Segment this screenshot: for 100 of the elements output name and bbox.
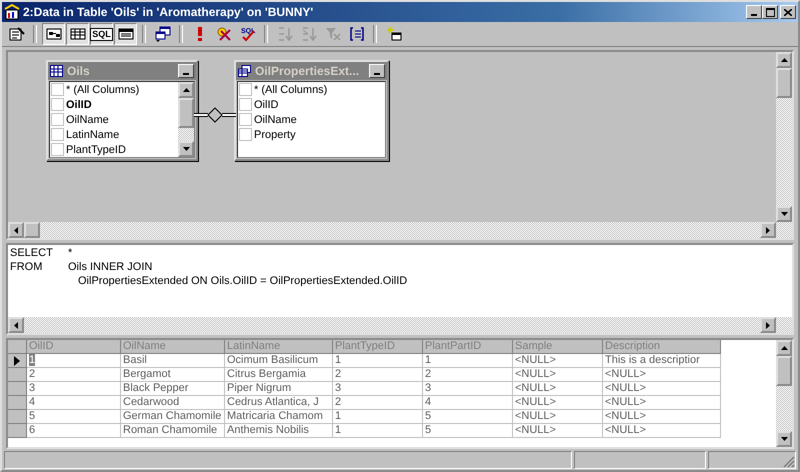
current-row-icon (14, 356, 20, 366)
table-cell[interactable]: Citrus Bergamia (225, 368, 333, 382)
column-checkbox[interactable] (51, 83, 64, 96)
table-cell[interactable]: Matricaria Chamom (225, 410, 333, 424)
table-cell[interactable]: 4 (423, 396, 513, 410)
column-checkbox[interactable] (51, 98, 64, 111)
row-header[interactable] (8, 354, 27, 368)
column-name[interactable]: LatinName (66, 128, 120, 140)
table-cell[interactable]: This is a descriptior (603, 354, 721, 368)
table-cell[interactable]: 5 (423, 424, 513, 438)
minimize-button[interactable] (746, 5, 762, 19)
column-name[interactable]: * (All Columns) (66, 84, 140, 96)
scroll-thumb[interactable] (776, 356, 792, 386)
grid-pane-icon (70, 26, 86, 42)
column-checkbox[interactable] (239, 128, 252, 141)
column-name[interactable]: OilID (254, 98, 278, 110)
toolbar-button[interactable] (66, 23, 89, 45)
table-cell[interactable]: <NULL> (513, 396, 603, 410)
table-cell[interactable]: Bergamot (121, 368, 225, 382)
table-cell[interactable]: 2 (333, 396, 423, 410)
table-cell[interactable]: <NULL> (513, 410, 603, 424)
column-checkbox[interactable] (51, 143, 64, 156)
table-cell[interactable]: Basil (121, 354, 225, 368)
up-arrow-icon (182, 88, 190, 92)
table-cell[interactable]: 2 (27, 368, 121, 382)
minimize-button[interactable] (178, 64, 194, 78)
table-cell[interactable]: 3 (423, 382, 513, 396)
toolbar-button[interactable]: SQL (90, 23, 113, 45)
scroll-right-button[interactable] (760, 222, 776, 238)
column-name[interactable]: OilName (66, 114, 109, 126)
toolbar-button[interactable] (114, 23, 137, 45)
maximize-button[interactable] (762, 5, 778, 19)
table-cell[interactable]: <NULL> (513, 354, 603, 368)
column-name[interactable]: * (All Columns) (254, 84, 328, 96)
column-checkbox[interactable] (239, 98, 252, 111)
table-cell[interactable]: 1 (423, 354, 513, 368)
scroll-left-button[interactable] (8, 222, 24, 238)
table-cell[interactable]: <NULL> (603, 368, 721, 382)
table-cell[interactable]: <NULL> (513, 382, 603, 396)
table-cell[interactable]: <NULL> (603, 396, 721, 410)
table-cell[interactable]: 3 (27, 382, 121, 396)
table-window[interactable]: Oils * (All Columns) OilID OilName LatinName PlantTypeID (46, 60, 198, 161)
table-cell[interactable]: 1 (333, 354, 423, 368)
scroll-thumb[interactable] (776, 68, 792, 98)
remove-filter-icon (324, 26, 340, 42)
table-cell[interactable]: <NULL> (513, 368, 603, 382)
scroll-down-button[interactable] (178, 141, 194, 157)
table-cell[interactable]: 5 (423, 410, 513, 424)
scroll-thumb[interactable] (178, 98, 194, 128)
table-cell[interactable]: <NULL> (603, 410, 721, 424)
table-cell[interactable]: Black Pepper (121, 382, 225, 396)
minimize-button[interactable] (369, 64, 385, 78)
table-cell[interactable]: <NULL> (603, 382, 721, 396)
column-name[interactable]: Property (254, 128, 296, 140)
scroll-up-button[interactable] (776, 52, 792, 68)
window-title: 2:Data in Table 'Oils' in 'Aromatherapy' on 'BUNNY' (23, 5, 314, 19)
table-cell[interactable]: Piper Nigrum (225, 382, 333, 396)
table-cell[interactable]: 4 (27, 396, 121, 410)
scroll-down-button[interactable] (776, 206, 792, 222)
table-cell[interactable]: German Chamomile (121, 410, 225, 424)
column-checkbox[interactable] (239, 83, 252, 96)
table-cell[interactable]: Cedrus Atlantica, J (225, 396, 333, 410)
column-checkbox[interactable] (239, 113, 252, 126)
sql-editor[interactable]: SELECT * FROM Oils INNER JOIN OilPropertiesExtended ON Oils.OilID = OilPropertiesExtended.OilID (8, 245, 792, 317)
scroll-down-button[interactable] (776, 431, 792, 447)
right-arrow-icon (766, 226, 770, 234)
column-name[interactable]: OilName (254, 114, 297, 126)
column-name[interactable]: OilID (66, 98, 92, 110)
table-cell[interactable]: 2 (423, 368, 513, 382)
table-cell[interactable]: Roman Chamomile (121, 424, 225, 438)
table-cell[interactable]: 5 (27, 410, 121, 424)
table-cell[interactable]: 6 (27, 424, 121, 438)
close-button[interactable] (780, 5, 796, 19)
scroll-up-button[interactable] (776, 340, 792, 356)
windows-icon (154, 26, 170, 42)
results-pane-icon (118, 26, 134, 42)
scroll-right-button[interactable] (760, 317, 776, 333)
scroll-up-button[interactable] (178, 82, 194, 98)
table-cell[interactable]: Ocimum Basilicum (225, 354, 333, 368)
table-window[interactable]: OilPropertiesExt... * (All Columns) OilID OilName Property (234, 60, 389, 161)
add-table-icon (386, 26, 402, 42)
column-name[interactable]: PlantTypeID (66, 144, 126, 156)
table-cell[interactable]: 1 (27, 354, 121, 368)
scroll-thumb[interactable] (24, 222, 40, 238)
table-cell[interactable]: Cedarwood (121, 396, 225, 410)
table-cell[interactable]: 3 (333, 382, 423, 396)
minimize-icon (374, 73, 380, 75)
table-cell[interactable]: Anthemis Nobilis (225, 424, 333, 438)
column-checkbox[interactable] (51, 113, 64, 126)
group-by-icon (348, 26, 364, 42)
table-cell[interactable]: 2 (333, 368, 423, 382)
sort-ascending-icon (276, 26, 292, 42)
column-checkbox[interactable] (51, 128, 64, 141)
table-cell[interactable]: 1 (333, 424, 423, 438)
table-cell[interactable]: <NULL> (513, 424, 603, 438)
table-cell[interactable]: 1 (333, 410, 423, 424)
toolbar-button[interactable] (42, 23, 65, 45)
table-cell[interactable]: <NULL> (603, 424, 721, 438)
scroll-left-button[interactable] (8, 317, 24, 333)
sql-text: Oils INNER JOIN (68, 261, 152, 275)
